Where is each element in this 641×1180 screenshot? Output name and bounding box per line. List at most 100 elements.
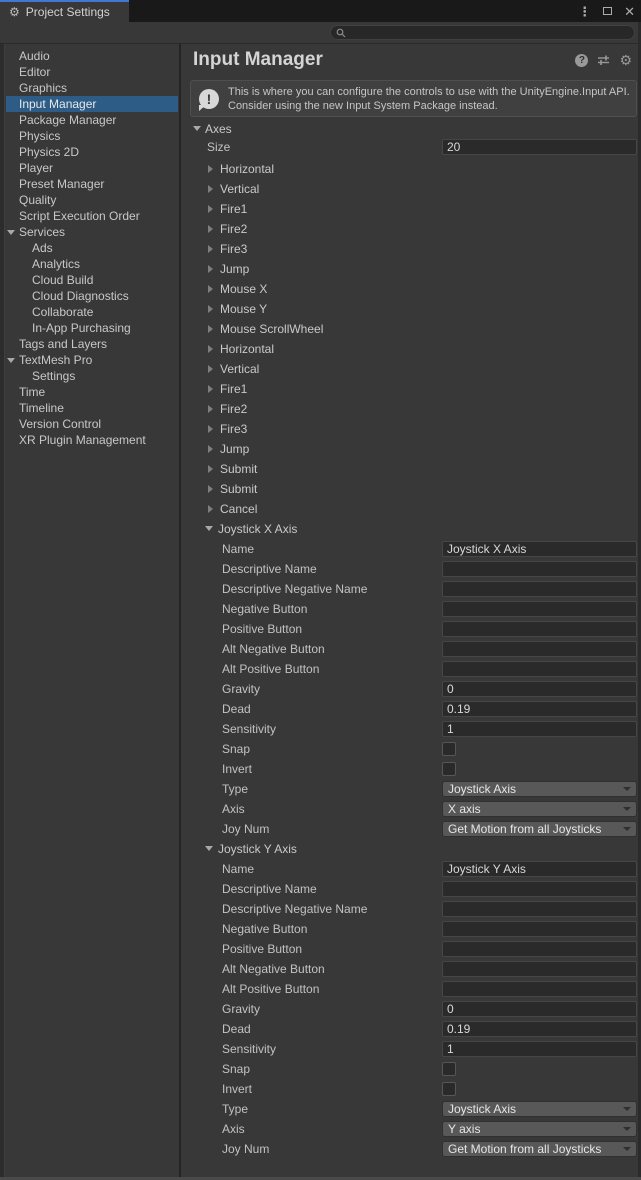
search-input[interactable] bbox=[330, 25, 635, 40]
alt-negative-button-field[interactable] bbox=[442, 641, 637, 657]
axis-foldout-fire3-13[interactable]: Fire3 bbox=[181, 421, 641, 437]
close-icon[interactable]: ✕ bbox=[624, 5, 635, 18]
axis-foldout-horizontal-0[interactable]: Horizontal bbox=[181, 161, 641, 177]
sidebar-item-script-execution-order[interactable]: Script Execution Order bbox=[6, 208, 178, 224]
snap-checkbox[interactable] bbox=[442, 1062, 456, 1076]
foldout-open-triangle-icon[interactable] bbox=[205, 526, 213, 531]
positive-button-field[interactable] bbox=[442, 621, 637, 637]
axis-foldout-fire2-3[interactable]: Fire2 bbox=[181, 221, 641, 237]
sidebar-item-version-control[interactable]: Version Control bbox=[6, 416, 178, 432]
invert-checkbox[interactable] bbox=[442, 762, 456, 776]
sidebar-item-audio[interactable]: Audio bbox=[6, 48, 178, 64]
axis-foldout-mouse-x-6[interactable]: Mouse X bbox=[181, 281, 641, 297]
alt-positive-button-field[interactable] bbox=[442, 661, 637, 677]
sidebar-item-package-manager[interactable]: Package Manager bbox=[6, 112, 178, 128]
sidebar-item-collaborate[interactable]: Collaborate bbox=[6, 304, 178, 320]
axis-foldout-vertical-10[interactable]: Vertical bbox=[181, 361, 641, 377]
axis-foldout-joystick-x-axis[interactable]: Joystick X Axis bbox=[181, 521, 641, 537]
descriptive-negative-name-field[interactable] bbox=[442, 901, 637, 917]
sensitivity-field[interactable]: 1 bbox=[442, 721, 637, 737]
snap-checkbox[interactable] bbox=[442, 742, 456, 756]
descriptive-name-field[interactable] bbox=[442, 561, 637, 577]
sidebar-item-settings[interactable]: Settings bbox=[6, 368, 178, 384]
help-icon[interactable]: ? bbox=[575, 54, 588, 67]
foldout-closed-triangle-icon[interactable] bbox=[208, 485, 213, 493]
joy-num-dropdown[interactable]: Get Motion from all Joysticks bbox=[442, 821, 637, 837]
window-menu-icon[interactable]: ⋮ bbox=[578, 5, 591, 18]
dead-field[interactable]: 0.19 bbox=[442, 701, 637, 717]
axis-foldout-mouse-y-7[interactable]: Mouse Y bbox=[181, 301, 641, 317]
positive-button-field[interactable] bbox=[442, 941, 637, 957]
type-dropdown[interactable]: Joystick Axis bbox=[442, 781, 637, 797]
sidebar-item-cloud-build[interactable]: Cloud Build bbox=[6, 272, 178, 288]
sidebar-item-cloud-diagnostics[interactable]: Cloud Diagnostics bbox=[6, 288, 178, 304]
foldout-closed-triangle-icon[interactable] bbox=[208, 165, 213, 173]
axis-foldout-horizontal-9[interactable]: Horizontal bbox=[181, 341, 641, 357]
axis-foldout-jump-14[interactable]: Jump bbox=[181, 441, 641, 457]
foldout-closed-triangle-icon[interactable] bbox=[208, 185, 213, 193]
axis-foldout-cancel-17[interactable]: Cancel bbox=[181, 501, 641, 517]
sidebar-item-physics-2d[interactable]: Physics 2D bbox=[6, 144, 178, 160]
sidebar-item-preset-manager[interactable]: Preset Manager bbox=[6, 176, 178, 192]
sidebar-scrollbar[interactable] bbox=[0, 44, 5, 1180]
alt-negative-button-field[interactable] bbox=[442, 961, 637, 977]
axis-foldout-joystick-y-axis[interactable]: Joystick Y Axis bbox=[181, 841, 641, 857]
sidebar-item-textmesh-pro[interactable]: TextMesh Pro bbox=[6, 352, 178, 368]
axis-foldout-fire1-11[interactable]: Fire1 bbox=[181, 381, 641, 397]
axis-foldout-mouse-scrollwheel-8[interactable]: Mouse ScrollWheel bbox=[181, 321, 641, 337]
foldout-closed-triangle-icon[interactable] bbox=[208, 465, 213, 473]
sidebar-item-editor[interactable]: Editor bbox=[6, 64, 178, 80]
size-field[interactable]: 20 bbox=[442, 139, 637, 155]
axis-foldout-fire3-4[interactable]: Fire3 bbox=[181, 241, 641, 257]
foldout-closed-triangle-icon[interactable] bbox=[208, 425, 213, 433]
joy-num-dropdown[interactable]: Get Motion from all Joysticks bbox=[442, 1141, 637, 1157]
type-dropdown[interactable]: Joystick Axis bbox=[442, 1101, 637, 1117]
negative-button-field[interactable] bbox=[442, 921, 637, 937]
foldout-closed-triangle-icon[interactable] bbox=[208, 325, 213, 333]
foldout-open-triangle-icon[interactable] bbox=[205, 846, 213, 851]
axis-foldout-submit-15[interactable]: Submit bbox=[181, 461, 641, 477]
sidebar-item-graphics[interactable]: Graphics bbox=[6, 80, 178, 96]
invert-checkbox[interactable] bbox=[442, 1082, 456, 1096]
foldout-closed-triangle-icon[interactable] bbox=[208, 345, 213, 353]
foldout-open-triangle-icon[interactable] bbox=[7, 358, 15, 363]
axis-dropdown[interactable]: X axis bbox=[442, 801, 637, 817]
axis-foldout-fire1-2[interactable]: Fire1 bbox=[181, 201, 641, 217]
sidebar-item-xr-plugin-management[interactable]: XR Plugin Management bbox=[6, 432, 178, 448]
sidebar-item-analytics[interactable]: Analytics bbox=[6, 256, 178, 272]
tab-project-settings[interactable]: ⚙ Project Settings bbox=[0, 0, 129, 22]
alt-positive-button-field[interactable] bbox=[442, 981, 637, 997]
settings-gear-icon[interactable]: ⚙ bbox=[619, 53, 632, 67]
sidebar-item-in-app-purchasing[interactable]: In-App Purchasing bbox=[6, 320, 178, 336]
sidebar-item-input-manager[interactable]: Input Manager bbox=[6, 96, 178, 112]
foldout-closed-triangle-icon[interactable] bbox=[208, 365, 213, 373]
foldout-open-triangle-icon[interactable] bbox=[193, 126, 201, 131]
foldout-closed-triangle-icon[interactable] bbox=[208, 445, 213, 453]
axis-dropdown[interactable]: Y axis bbox=[442, 1121, 637, 1137]
foldout-closed-triangle-icon[interactable] bbox=[208, 385, 213, 393]
axis-foldout-vertical-1[interactable]: Vertical bbox=[181, 181, 641, 197]
sidebar-item-physics[interactable]: Physics bbox=[6, 128, 178, 144]
sensitivity-field[interactable]: 1 bbox=[442, 1041, 637, 1057]
foldout-closed-triangle-icon[interactable] bbox=[208, 285, 213, 293]
descriptive-name-field[interactable] bbox=[442, 881, 637, 897]
foldout-closed-triangle-icon[interactable] bbox=[208, 305, 213, 313]
negative-button-field[interactable] bbox=[442, 601, 637, 617]
name-field[interactable]: Joystick X Axis bbox=[442, 541, 637, 557]
sidebar-item-player[interactable]: Player bbox=[6, 160, 178, 176]
foldout-closed-triangle-icon[interactable] bbox=[208, 505, 213, 513]
foldout-open-triangle-icon[interactable] bbox=[7, 230, 15, 235]
sidebar-item-quality[interactable]: Quality bbox=[6, 192, 178, 208]
foldout-closed-triangle-icon[interactable] bbox=[208, 205, 213, 213]
maximize-icon[interactable] bbox=[603, 7, 612, 15]
sidebar-item-timeline[interactable]: Timeline bbox=[6, 400, 178, 416]
axes-foldout[interactable]: Axes bbox=[181, 121, 641, 137]
foldout-closed-triangle-icon[interactable] bbox=[208, 265, 213, 273]
name-field[interactable]: Joystick Y Axis bbox=[442, 861, 637, 877]
foldout-closed-triangle-icon[interactable] bbox=[208, 225, 213, 233]
foldout-closed-triangle-icon[interactable] bbox=[208, 405, 213, 413]
descriptive-negative-name-field[interactable] bbox=[442, 581, 637, 597]
foldout-closed-triangle-icon[interactable] bbox=[208, 245, 213, 253]
axis-foldout-submit-16[interactable]: Submit bbox=[181, 481, 641, 497]
gravity-field[interactable]: 0 bbox=[442, 1001, 637, 1017]
